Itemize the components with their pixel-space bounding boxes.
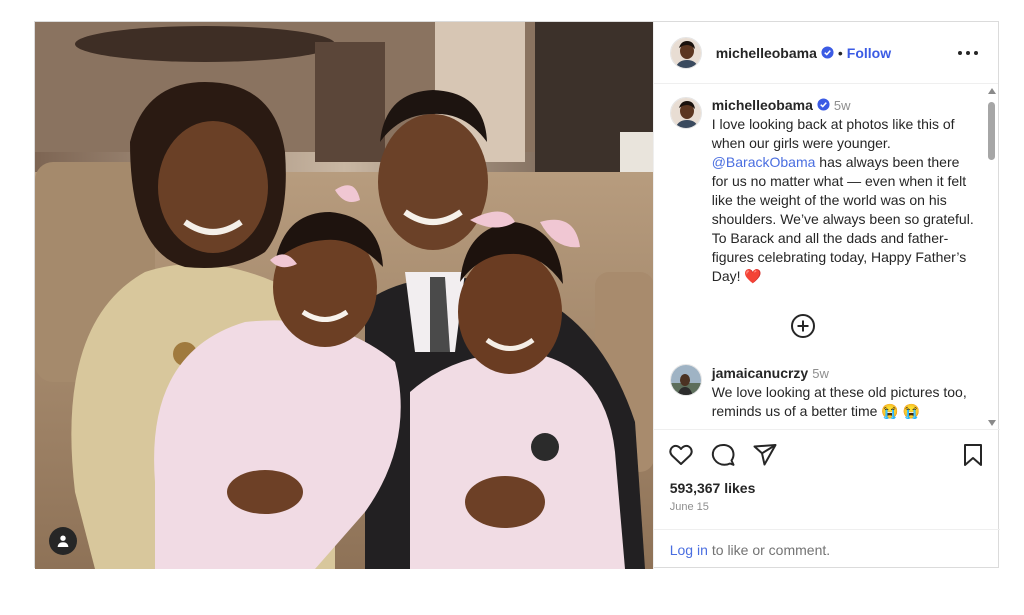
verified-badge-icon — [817, 98, 830, 111]
bookmark-icon[interactable] — [960, 442, 986, 468]
caption-username[interactable]: michelleobama — [712, 97, 813, 113]
post-sidebar: michelleobama • Follow michelleobama 5w … — [652, 22, 1000, 569]
caption-text-end: has always been there for us no matter w… — [711, 154, 974, 284]
post-photo — [35, 22, 653, 569]
comment-icon[interactable] — [710, 442, 736, 468]
commenter-photo — [670, 365, 701, 395]
login-prompt: Log in to like or comment. — [653, 529, 1000, 569]
comments-area[interactable]: michelleobama 5w I love looking back at p… — [653, 84, 1000, 430]
comment-username[interactable]: jamaicanucrzy — [712, 365, 809, 381]
profile-photo — [670, 37, 701, 68]
scroll-up-arrow-icon[interactable] — [987, 88, 996, 94]
more-options-icon[interactable] — [956, 44, 980, 62]
comment-text: We love looking at these old pictures to… — [711, 384, 967, 419]
scroll-thumb[interactable] — [987, 102, 995, 160]
plus-circle-icon[interactable] — [790, 313, 816, 339]
comment-body: jamaicanucrzy 5w We love looking at these… — [712, 364, 974, 421]
caption-text-start: I love looking back at photos like this … — [711, 116, 955, 151]
post-caption: michelleobama 5w I love looking back at p… — [654, 84, 1000, 286]
follow-button[interactable]: Follow — [847, 45, 891, 61]
mention-link[interactable]: @BarackObama — [712, 154, 816, 170]
heart-icon[interactable] — [668, 442, 694, 468]
avatar[interactable] — [669, 36, 702, 69]
post-header: michelleobama • Follow — [653, 22, 998, 84]
commenter-avatar[interactable] — [669, 364, 702, 396]
comment-item: jamaicanucrzy 5w We love looking at these… — [669, 364, 974, 421]
comment-time: 5w — [812, 366, 829, 381]
verified-badge-icon — [821, 46, 834, 59]
login-suffix: to like or comment. — [711, 541, 831, 558]
share-icon[interactable] — [752, 442, 778, 468]
post-dialog: michelleobama • Follow michelleobama 5w … — [34, 21, 1000, 569]
comments-scrollbar[interactable] — [987, 84, 996, 429]
caption-time: 5w — [833, 98, 851, 113]
likes-count[interactable]: 593,367 likes — [670, 480, 756, 496]
profile-photo — [670, 98, 701, 128]
caption-body: michelleobama 5w I love looking back at p… — [712, 96, 974, 286]
heart-emoji: ❤️ — [744, 268, 762, 284]
login-link[interactable]: Log in — [670, 542, 708, 558]
post-date[interactable]: June 15 — [670, 501, 709, 513]
user-tag-icon — [57, 535, 69, 547]
separator-dot: • — [837, 44, 843, 61]
action-bar — [668, 442, 988, 470]
family-photo — [35, 22, 653, 569]
tagged-users-button[interactable] — [49, 527, 77, 555]
caption-avatar[interactable] — [669, 97, 702, 129]
crying-emoji: 😭 😭 — [881, 403, 921, 419]
scroll-down-arrow-icon[interactable] — [987, 420, 996, 426]
header-username[interactable]: michelleobama — [716, 45, 817, 61]
